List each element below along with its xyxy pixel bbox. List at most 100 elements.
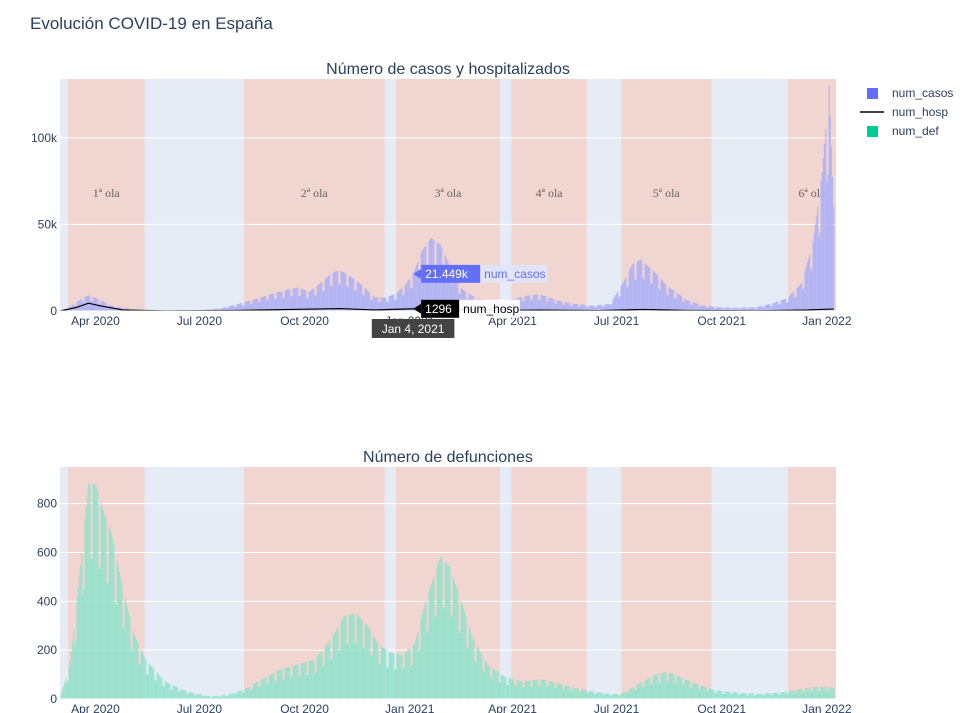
- num_def-bar: [683, 685, 685, 700]
- num_def-bar: [394, 669, 396, 700]
- legend-item-num_casos[interactable]: num_casos: [867, 86, 953, 100]
- num_def-bar: [662, 672, 665, 700]
- num_def-bar: [772, 693, 774, 700]
- num_casos-bar: [382, 297, 385, 312]
- num_def-bar: [750, 693, 753, 700]
- num_def-bar: [283, 679, 285, 700]
- num_def-bar: [530, 687, 532, 700]
- num_def-bar: [557, 683, 559, 700]
- num_def-bar: [702, 686, 705, 700]
- num_def-bar: [245, 688, 247, 700]
- num_def-bar: [555, 688, 557, 700]
- num_def-bar: [105, 517, 107, 700]
- num_def-bar: [108, 526, 110, 700]
- num_def-bar: [306, 674, 308, 700]
- num_def-bar: [75, 640, 77, 700]
- legend-item-num_def[interactable]: num_def: [867, 124, 939, 138]
- num_casos-bar: [685, 299, 687, 312]
- num_casos-bar: [367, 291, 370, 312]
- num_casos-bar: [527, 295, 530, 312]
- legend[interactable]: num_casos num_hosp num_def: [860, 86, 953, 138]
- num_def-bar: [602, 695, 604, 700]
- num_casos-bar: [399, 289, 402, 312]
- num_def-bar: [186, 694, 188, 700]
- num_casos-bar: [625, 277, 627, 312]
- num_def-bar: [103, 513, 106, 700]
- num_def-bar: [396, 653, 398, 700]
- num_casos-bar: [308, 291, 310, 312]
- num_def-bar: [278, 670, 281, 700]
- num_casos-bar: [410, 288, 412, 312]
- num_def-bar: [829, 687, 831, 700]
- num_def-bar: [253, 683, 255, 700]
- num_def-bar: [657, 674, 659, 700]
- num_casos-bar: [626, 287, 628, 312]
- num_def-bar: [452, 577, 454, 700]
- num_def-bar: [554, 688, 556, 700]
- figure-title: Evolución COVID-19 en España: [30, 14, 273, 33]
- num_casos-bar: [261, 296, 263, 312]
- num_def-bar: [637, 684, 639, 700]
- num_def-bar: [795, 693, 797, 700]
- num_def-bar: [629, 688, 631, 700]
- num_def-bar: [453, 580, 455, 700]
- num_def-bar: [228, 694, 230, 700]
- num_def-bar: [164, 681, 166, 700]
- num_casos-bar: [346, 287, 348, 312]
- num_def-bar: [499, 682, 501, 700]
- num_def-bar: [102, 510, 105, 700]
- num_casos-bar: [772, 303, 774, 312]
- num_def-bar: [762, 695, 764, 700]
- num_def-bar: [382, 648, 385, 700]
- num_casos-bar: [349, 276, 351, 312]
- num_casos-bar: [663, 282, 666, 312]
- num_def-bar: [428, 591, 430, 700]
- num_def-bar: [140, 650, 142, 700]
- num_def-bar: [115, 605, 117, 700]
- num_def-bar: [516, 680, 518, 700]
- legend-item-num_hosp[interactable]: num_hosp: [860, 105, 948, 119]
- num_casos-bar: [333, 272, 335, 312]
- num_def-bar: [234, 694, 236, 700]
- num_casos-bar: [675, 298, 677, 312]
- num_casos-bar: [374, 297, 377, 312]
- num_def-bar: [527, 680, 530, 700]
- num_def-bar: [580, 689, 582, 700]
- num_casos-bar: [390, 295, 393, 312]
- num_def-bar: [454, 584, 457, 700]
- num_def-bar: [390, 652, 393, 700]
- num_def-bar: [165, 682, 167, 700]
- num_def-bar: [124, 598, 126, 700]
- num_casos-bar: [543, 296, 546, 312]
- num_def-bar: [122, 627, 124, 700]
- num_casos-bar: [91, 301, 93, 312]
- num_def-bar: [315, 672, 317, 700]
- num_def-bar: [570, 691, 572, 700]
- num_def-bar: [679, 677, 682, 700]
- num_def-bar: [177, 687, 179, 700]
- num_def-bar: [316, 656, 318, 700]
- num_def-bar: [267, 684, 269, 700]
- num_def-bar: [753, 693, 755, 700]
- num_casos-bar: [806, 262, 809, 312]
- num_casos-bar: [268, 294, 270, 312]
- num_def-bar: [284, 668, 286, 700]
- num_def-bar: [433, 577, 435, 700]
- num_def-bar: [335, 629, 338, 700]
- num_casos-bar: [542, 295, 545, 312]
- num_def-bar: [146, 674, 148, 700]
- num_def-bar: [350, 614, 353, 700]
- num_def-bar: [669, 672, 671, 700]
- cases-chart: 1ª ola 2ª ola 3ª ola 4ª ola 5ª ola 6ª olaNúme…: [31, 61, 852, 328]
- num_def-bar: [809, 687, 811, 700]
- num_def-bar: [443, 609, 445, 700]
- num_casos-bar: [783, 299, 786, 312]
- num_def-bar: [347, 644, 349, 700]
- num_def-bar: [366, 625, 369, 700]
- num_def-bar: [127, 612, 130, 700]
- num_casos-bar: [255, 298, 258, 312]
- num_def-bar: [149, 664, 151, 700]
- num_def-bar: [828, 687, 830, 700]
- num_def-bar: [83, 589, 85, 700]
- num_def-bar: [678, 676, 681, 700]
